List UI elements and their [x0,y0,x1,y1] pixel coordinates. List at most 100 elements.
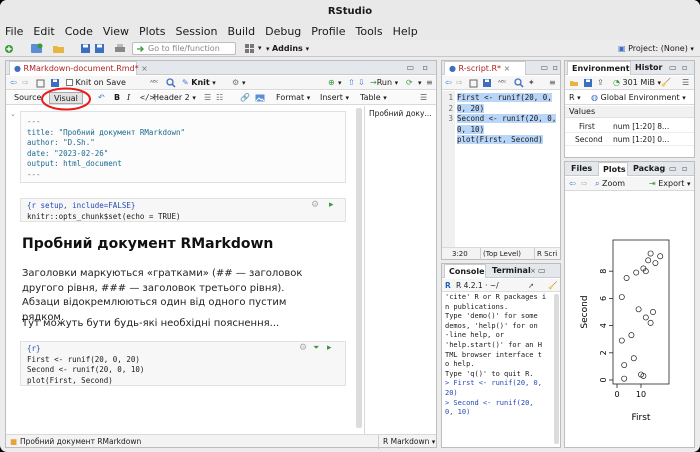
maximize-pane-icon[interactable]: ▭ [669,162,677,176]
clear-workspace-icon[interactable]: 🧹 [661,76,671,90]
menu-lines-icon[interactable]: ≡ [426,76,433,90]
format-menu[interactable]: Format ▾ [276,91,310,105]
rerun-icon[interactable]: ⟳ [406,76,413,90]
env-row[interactable]: Second num [1:20] 0... [565,133,694,146]
zoom-button[interactable]: ⌕ Zoom [595,177,625,191]
chunk-settings-icon[interactable]: ⚙ [311,200,319,210]
restore-pane-icon[interactable]: ▫ [553,61,558,75]
grid-dropdown-icon[interactable]: ▾ [258,40,262,57]
grid-icon[interactable] [244,43,255,54]
rerun-dropdown-icon[interactable]: ▾ [418,76,422,90]
new-file-icon[interactable] [4,44,14,54]
scope-select[interactable]: ◍ Global Environment ▾ [591,91,686,105]
menu-build[interactable]: Build [222,24,260,40]
spellcheck-icon[interactable]: ᴬᴮᶜ [150,76,159,90]
tab-packages[interactable]: Packag [629,162,665,176]
project-menu[interactable]: ▣ Project: (None) ▾ [618,40,694,58]
clear-console-icon[interactable]: 🧹 [548,279,557,292]
find-icon[interactable] [166,78,176,88]
menu-session[interactable]: Session [170,24,222,40]
insert-chunk-icon[interactable]: ⊕ [328,76,335,90]
run-chunk-icon[interactable]: ▸ [329,200,334,210]
export-button[interactable]: ⇥ Export ▾ [649,177,691,191]
go-dir-icon[interactable]: ➚ [528,279,534,292]
tab-rmarkdown-document[interactable]: ● RMarkdown-document.Rmd* × [9,61,148,75]
list-view-icon[interactable]: ☰ [682,76,689,90]
restore-pane-icon[interactable]: ▫ [423,61,428,75]
menu-view[interactable]: View [98,24,134,40]
tab-console[interactable]: Console [444,264,486,278]
insert-chunk-dropdown-icon[interactable]: ▾ [338,76,342,90]
menu-lines-icon[interactable]: ≡ [549,76,556,90]
next-plot-icon[interactable]: ⇨ [581,177,588,191]
addins-button[interactable]: ▾ Addins ▾ [266,40,309,58]
nav-down-icon[interactable]: ⇩ [358,76,365,90]
restore-pane-icon[interactable]: ▫ [682,162,687,176]
insert-menu[interactable]: Insert ▾ [320,91,349,105]
console-output[interactable]: 'cite' R or R packages i n publications.… [445,293,553,447]
italic-button[interactable]: I [127,91,130,105]
doc-type-select[interactable]: R Markdown ▾ [378,435,435,449]
image-icon[interactable] [255,94,265,102]
open-window-icon[interactable] [469,79,478,88]
run-above-icon[interactable]: ⏷ [313,343,319,353]
save-workspace-icon[interactable] [583,78,593,88]
nav-up-icon[interactable]: ⇧ [348,76,355,90]
maximize-pane-icon[interactable]: ▭ [669,61,677,75]
outline-toggle-icon[interactable]: ☰ [420,91,427,105]
print-icon[interactable] [114,43,126,54]
tab-plots[interactable]: Plots [598,162,628,176]
bold-button[interactable]: B [114,91,120,105]
menu-code[interactable]: Code [60,24,98,40]
back-arrow-icon[interactable]: ⇦ [10,76,17,90]
menu-plots[interactable]: Plots [134,24,170,40]
script-editor[interactable]: 1 2 3 First <- runif(20, 0, 0, 20) Secon… [442,91,560,247]
run-chunk-icon[interactable]: ▸ [327,343,332,353]
language-select[interactable]: R ▾ [569,91,581,105]
menu-debug[interactable]: Debug [260,24,306,40]
file-type-indicator[interactable]: R Scri [534,248,557,260]
tab-terminal[interactable]: Terminal [488,264,531,278]
bullet-list-icon[interactable]: ☰ [204,91,211,105]
find-icon[interactable] [514,78,524,88]
import-dataset-icon[interactable]: ⇪ [597,76,604,90]
goto-file-input[interactable]: Go to file/function [132,42,236,55]
editor-scrollbar[interactable] [356,108,362,428]
undo-icon[interactable]: ↶ [98,91,105,105]
menu-help[interactable]: Help [388,24,423,40]
table-menu[interactable]: Table ▾ [360,91,387,105]
tab-files[interactable]: Files [567,162,597,176]
forward-arrow-icon[interactable]: ⇨ [456,76,463,90]
run-button[interactable]: →Run ▾ [370,76,398,90]
restore-pane-icon[interactable]: ▫ [682,61,687,75]
save-icon[interactable] [482,78,492,88]
header-select[interactable]: Header 2 ▾ [153,91,196,105]
memory-usage[interactable]: ◔ 301 MiB ▾ [613,76,661,90]
knit-button[interactable]: ✎ Knit ▾ [182,76,216,90]
tab-r-script[interactable]: ● R-script.R* × [444,61,526,75]
source-mode-button[interactable]: Source [14,91,41,105]
tab-environment[interactable]: Environment [567,61,631,75]
maximize-pane-icon[interactable]: ▭ [406,61,414,75]
outline-item[interactable]: Пробний доку... [369,109,432,118]
settings-gear-icon[interactable]: ⚙ [232,76,239,90]
menu-profile[interactable]: Profile [306,24,350,40]
back-arrow-icon[interactable]: ⇦ [445,76,452,90]
console-scrollbar[interactable] [554,294,559,444]
menu-file[interactable]: File [0,24,28,40]
visual-editor[interactable]: ⌄ --- title: "Пробний документ RMarkdown… [6,106,364,434]
close-tab-icon[interactable]: × [141,64,148,73]
spellcheck-icon[interactable]: ᴬᴮᶜ [498,76,507,90]
close-tab-icon[interactable]: × [504,64,511,73]
save-all-icon[interactable] [94,43,105,54]
tab-history[interactable]: Histor [631,61,665,75]
status-location[interactable]: Пробний документ RMarkdown [20,435,141,448]
open-folder-icon[interactable] [52,43,66,54]
settings-dropdown-icon[interactable]: ▾ [242,76,246,90]
forward-arrow-icon[interactable]: ⇨ [22,76,29,90]
menu-edit[interactable]: Edit [28,24,59,40]
wand-icon[interactable]: ✦ [528,76,535,90]
prev-plot-icon[interactable]: ⇦ [569,177,576,191]
numbered-list-icon[interactable]: ☷ [216,91,223,105]
terminal-close-icon[interactable]: × [530,264,536,278]
